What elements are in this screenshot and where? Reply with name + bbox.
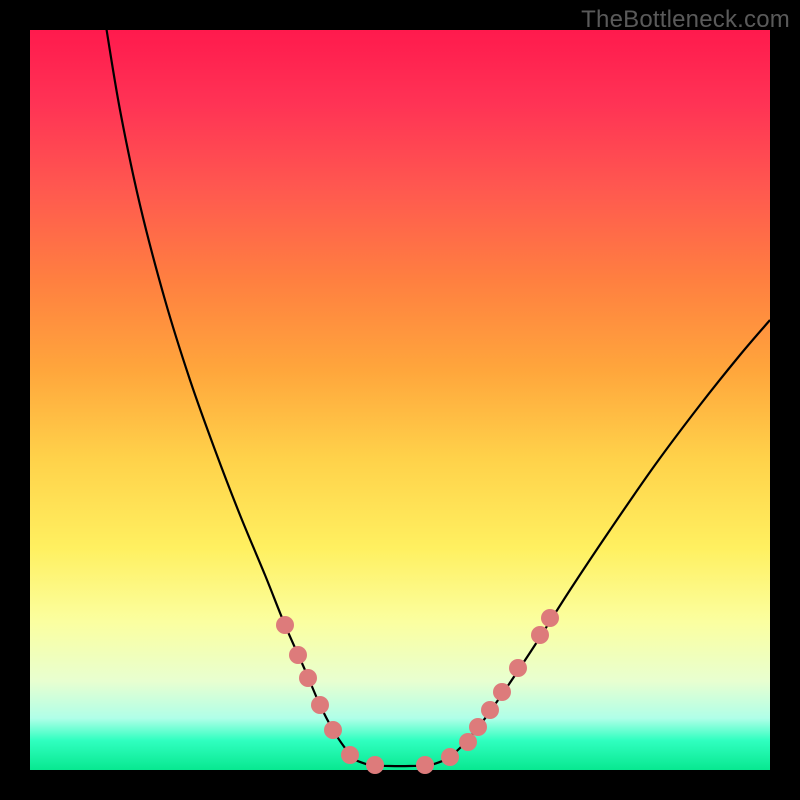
data-marker [416, 756, 434, 774]
data-marker [366, 756, 384, 774]
data-marker [509, 659, 527, 677]
data-marker [311, 696, 329, 714]
data-marker [541, 609, 559, 627]
data-marker [441, 748, 459, 766]
chart-overlay [30, 30, 770, 770]
marker-group [276, 609, 559, 774]
data-marker [324, 721, 342, 739]
data-marker [289, 646, 307, 664]
data-marker [341, 746, 359, 764]
data-marker [459, 733, 477, 751]
data-marker [481, 701, 499, 719]
data-marker [299, 669, 317, 687]
data-marker [276, 616, 294, 634]
data-marker [531, 626, 549, 644]
bottleneck-curve [105, 20, 770, 766]
data-marker [493, 683, 511, 701]
data-marker [469, 718, 487, 736]
